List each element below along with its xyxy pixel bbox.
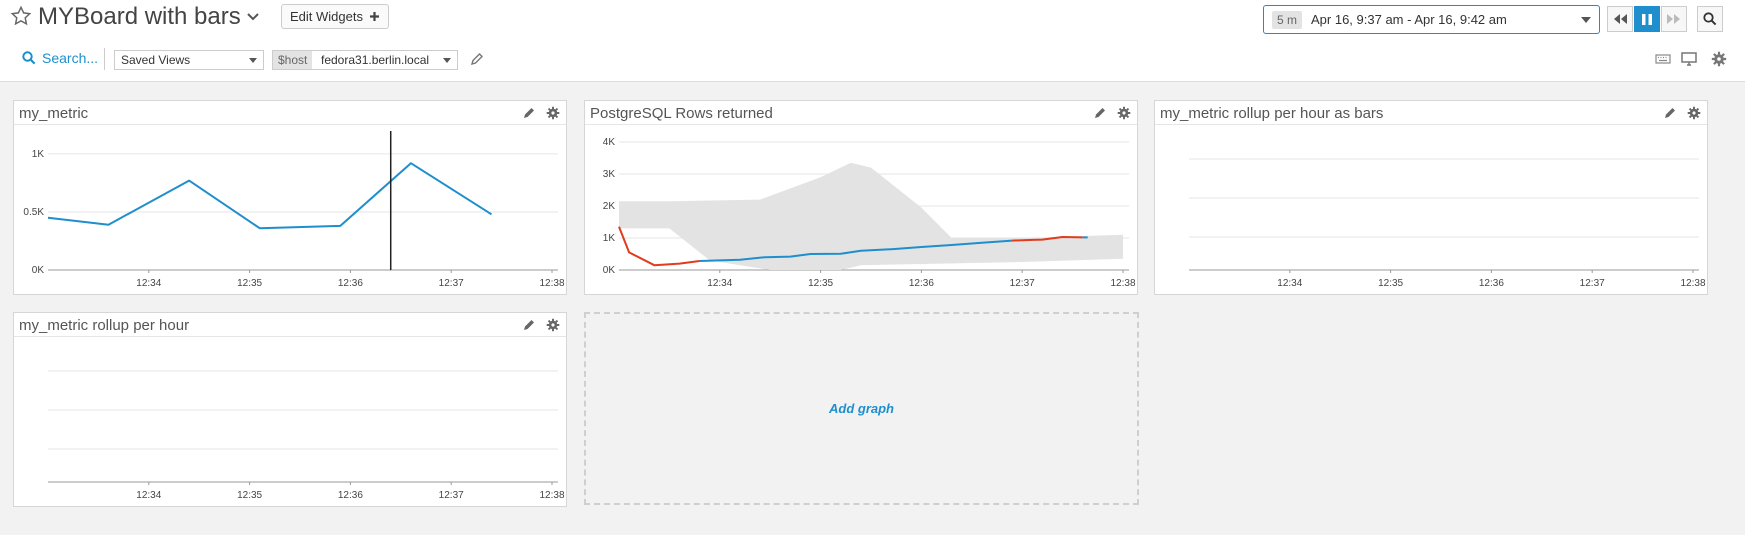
x-tick-label: 12:36	[1479, 278, 1504, 289]
time-span-chip: 5 m	[1272, 11, 1303, 29]
chevron-down-icon[interactable]	[246, 10, 260, 24]
keyboard-icon[interactable]	[1655, 51, 1671, 67]
page-title: MYBoard with bars	[38, 3, 241, 30]
chart-my-metric[interactable]: 0K 0.5K 1K 12:34 12:35 12:36 12:37 12:38	[14, 125, 568, 295]
zoom-button[interactable]	[1697, 6, 1723, 32]
divider	[104, 48, 105, 70]
pause-button[interactable]	[1634, 6, 1660, 32]
forward-button[interactable]	[1661, 6, 1687, 32]
x-tick-label: 12:34	[136, 490, 161, 501]
x-tick-label: 12:38	[539, 490, 564, 501]
x-tick-label: 12:36	[909, 278, 934, 289]
widget-title: my_metric	[19, 105, 89, 122]
x-tick-label: 12:37	[439, 278, 464, 289]
anomaly-band	[619, 162, 1123, 270]
x-tick-label: 12:37	[439, 490, 464, 501]
y-tick-label: 0K	[603, 265, 616, 276]
host-variable-value: fedora31.berlin.local	[321, 53, 430, 67]
fast-forward-icon	[1667, 14, 1680, 24]
x-tick-label: 12:38	[1110, 278, 1135, 289]
widget-rollup[interactable]: my_metric rollup per hour 12:34 12:35 12:3…	[13, 312, 567, 507]
x-tick-label: 12:34	[1277, 278, 1302, 289]
add-graph-label: Add graph	[829, 401, 894, 416]
gear-icon[interactable]	[546, 106, 560, 120]
zoom-icon	[1703, 12, 1717, 26]
edit-widgets-label: Edit Widgets	[290, 9, 363, 24]
widget-title: PostgreSQL Rows returned	[590, 105, 773, 122]
x-tick-label: 12:38	[1680, 278, 1705, 289]
time-range-text: Apr 16, 9:37 am - Apr 16, 9:42 am	[1311, 12, 1507, 27]
x-tick-label: 12:35	[808, 278, 833, 289]
y-tick-label: 1K	[603, 233, 616, 244]
x-tick-label: 12:36	[338, 490, 363, 501]
search-label: Search...	[42, 50, 99, 66]
widget-header: PostgreSQL Rows returned	[585, 101, 1137, 125]
rewind-icon	[1614, 14, 1627, 24]
widget-header: my_metric rollup per hour as bars	[1155, 101, 1707, 125]
widget-title: my_metric rollup per hour	[19, 317, 190, 334]
y-tick-label: 0K	[32, 265, 45, 276]
caret-down-icon	[443, 58, 451, 63]
y-tick-label: 1K	[32, 149, 45, 160]
dashboard-header: MYBoard with bars Edit Widgets 5 m Apr 1…	[0, 0, 1745, 82]
caret-down-icon	[249, 58, 257, 63]
widget-postgres-rows[interactable]: PostgreSQL Rows returned 0K 1K 2K 3K 4K 12:34…	[584, 100, 1138, 295]
widget-header: my_metric	[14, 101, 566, 125]
widget-header: my_metric rollup per hour	[14, 313, 566, 337]
x-tick-label: 12:37	[1010, 278, 1035, 289]
x-tick-label: 12:35	[237, 278, 262, 289]
search-icon	[22, 51, 36, 65]
gear-icon[interactable]	[546, 318, 560, 332]
host-variable-label: $host	[273, 51, 313, 69]
search-link[interactable]: Search...	[22, 50, 98, 66]
x-tick-label: 12:36	[338, 278, 363, 289]
pencil-icon[interactable]	[1663, 106, 1677, 120]
time-range-selector[interactable]: 5 m Apr 16, 9:37 am - Apr 16, 9:42 am	[1263, 5, 1600, 34]
y-tick-label: 4K	[603, 137, 616, 148]
pause-icon	[1642, 13, 1652, 25]
x-tick-label: 12:34	[136, 278, 161, 289]
rewind-button[interactable]	[1607, 6, 1633, 32]
plus-icon	[369, 12, 379, 21]
star-outline-icon[interactable]	[10, 5, 32, 27]
chart-rollup-bars[interactable]: 12:34 12:35 12:36 12:37 12:38	[1155, 125, 1709, 295]
pencil-icon[interactable]	[1093, 106, 1107, 120]
add-graph-placeholder[interactable]: Add graph	[584, 312, 1139, 505]
widget-rollup-bars[interactable]: my_metric rollup per hour as bars 12:34 1…	[1154, 100, 1708, 295]
gear-icon[interactable]	[1711, 51, 1727, 67]
widget-my-metric[interactable]: my_metric 0K 0.5K 1K 12:34 12:35 12:36 12:37 12…	[13, 100, 567, 295]
pencil-icon[interactable]	[522, 106, 536, 120]
host-variable-select[interactable]: $host fedora31.berlin.local	[272, 50, 458, 70]
x-tick-label: 12:37	[1580, 278, 1605, 289]
y-tick-label: 3K	[603, 169, 616, 180]
gear-icon[interactable]	[1687, 106, 1701, 120]
y-tick-label: 2K	[603, 201, 616, 212]
chart-postgres-rows[interactable]: 0K 1K 2K 3K 4K 12:34 12:35 12:36 12:37 12:38	[585, 125, 1139, 295]
caret-down-icon	[1581, 17, 1591, 23]
edit-widgets-button[interactable]: Edit Widgets	[281, 4, 389, 29]
monitor-icon[interactable]	[1681, 51, 1697, 67]
pencil-icon[interactable]	[470, 52, 484, 66]
pencil-icon[interactable]	[522, 318, 536, 332]
gear-icon[interactable]	[1117, 106, 1131, 120]
chart-rollup[interactable]: 12:34 12:35 12:36 12:37 12:38	[14, 337, 568, 507]
series-line	[47, 162, 493, 230]
x-tick-label: 12:35	[1378, 278, 1403, 289]
saved-views-label: Saved Views	[121, 53, 191, 67]
x-tick-label: 12:35	[237, 490, 262, 501]
y-tick-label: 0.5K	[23, 207, 44, 218]
widget-title: my_metric rollup per hour as bars	[1160, 105, 1384, 122]
x-tick-label: 12:38	[539, 278, 564, 289]
x-tick-label: 12:34	[707, 278, 732, 289]
saved-views-select[interactable]: Saved Views	[114, 50, 264, 70]
